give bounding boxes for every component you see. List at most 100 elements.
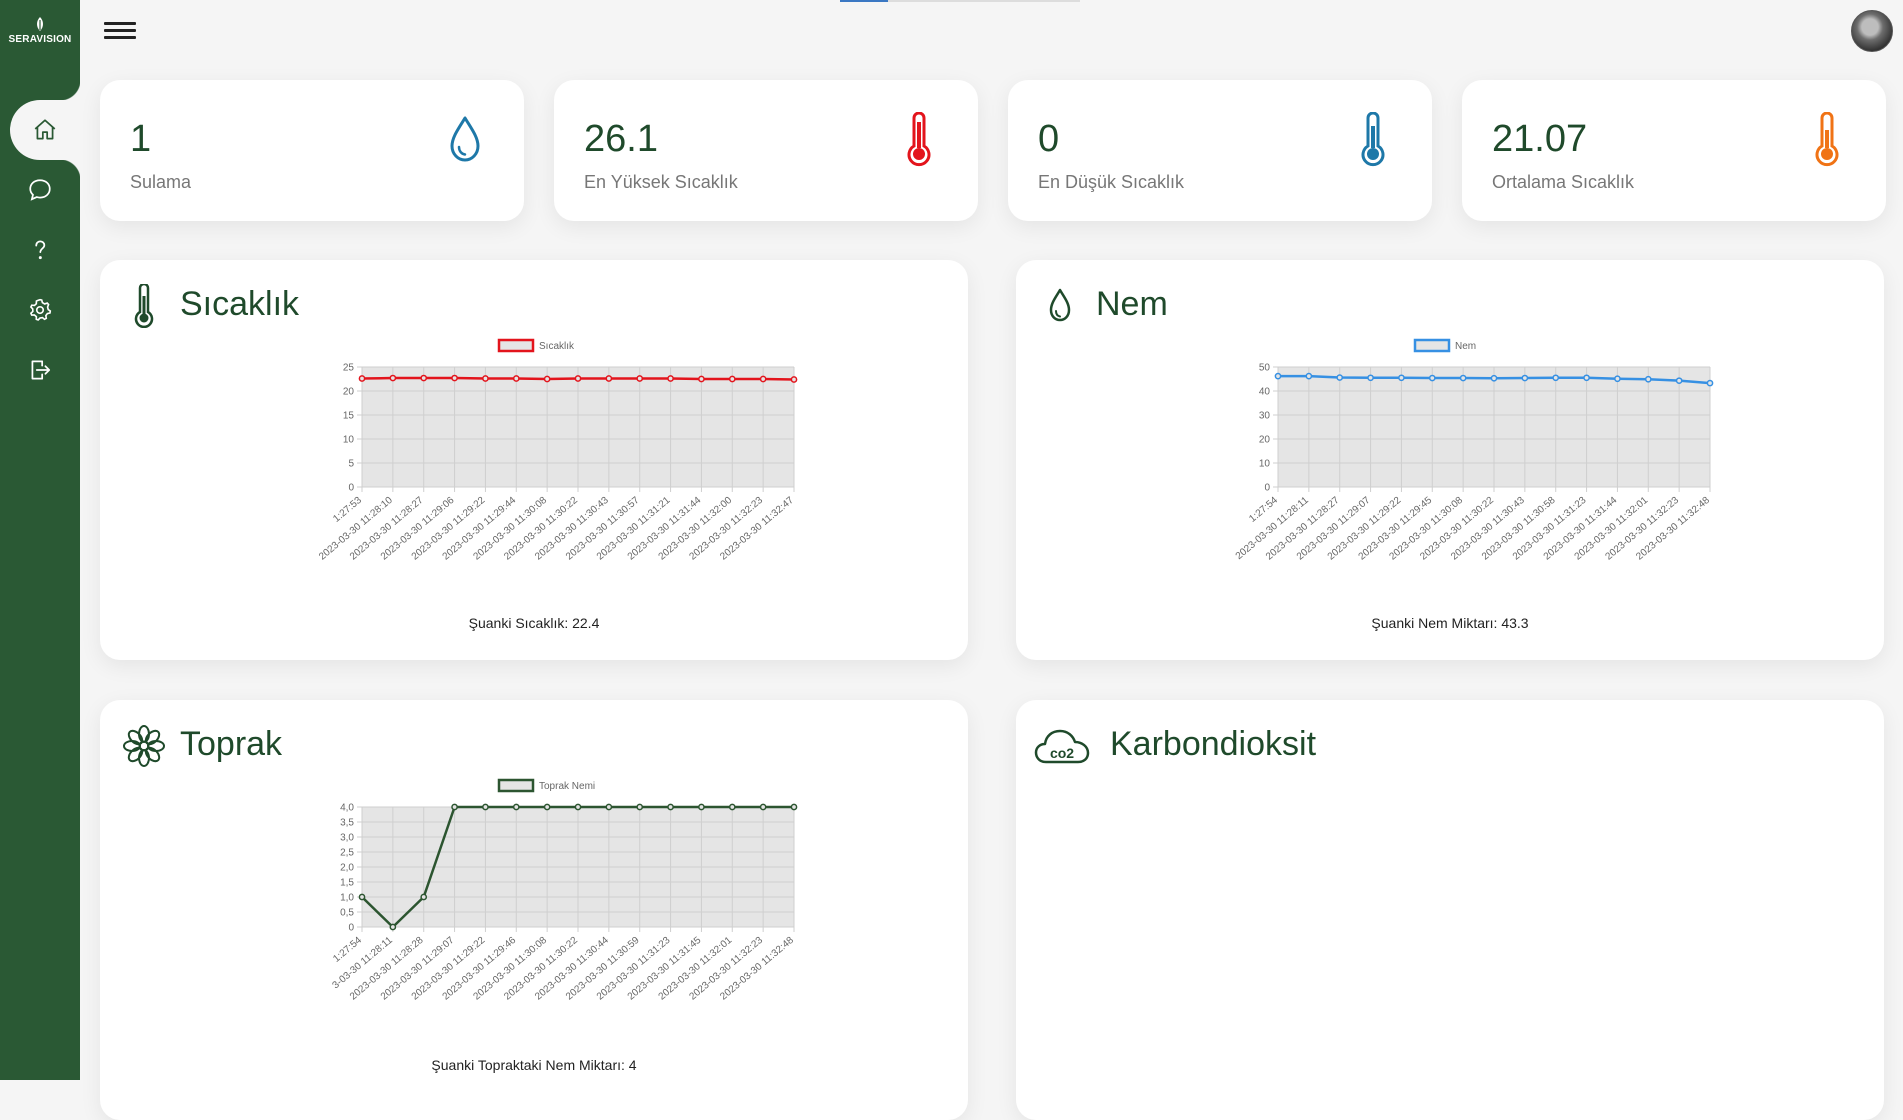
stat-value: 1	[130, 118, 152, 160]
data-point	[1367, 374, 1374, 382]
stat-card-en-yuksek: 26.1 En Yüksek Sıcaklık	[554, 80, 978, 221]
data-point	[759, 803, 767, 811]
y-tick-label: 3,5	[340, 818, 354, 829]
stat-value: 26.1	[584, 118, 658, 160]
progress-indicator	[840, 0, 1080, 2]
stat-label: Sulama	[130, 172, 192, 192]
y-tick-label: 30	[1259, 411, 1271, 422]
stat-value: 21.07	[1492, 118, 1588, 160]
data-point	[790, 803, 798, 811]
thermometer-icon	[134, 284, 154, 328]
y-tick-label: 2,0	[340, 863, 354, 874]
flower-icon	[123, 725, 165, 767]
y-tick-label: 10	[343, 435, 355, 446]
leaf-icon	[37, 17, 43, 31]
data-point	[1336, 374, 1344, 381]
legend-swatch	[497, 338, 535, 353]
data-point	[574, 803, 582, 811]
top-bar	[80, 0, 1903, 70]
data-point	[636, 375, 644, 382]
data-point	[605, 375, 613, 382]
logout-icon	[31, 360, 51, 380]
data-point	[389, 374, 397, 382]
y-tick-label: 40	[1259, 387, 1271, 398]
panel-title: Nem	[1096, 285, 1168, 323]
legend-label: Nem	[1455, 341, 1476, 352]
stat-label: En Düşük Sıcaklık	[1038, 172, 1185, 192]
data-point	[728, 803, 736, 811]
y-tick-label: 0,5	[340, 908, 354, 919]
panel-title: Karbondioksit	[1110, 725, 1317, 763]
panel-nem: Nem 0 10 20 30 40 50 1:27:54 2023-03-30 11:28:1…	[1016, 260, 1884, 660]
y-tick-label: 2,5	[340, 848, 354, 859]
data-point	[482, 803, 489, 811]
data-point	[1706, 379, 1714, 387]
y-tick-label: 3,0	[340, 833, 354, 844]
y-tick-label: 10	[1259, 459, 1271, 470]
svg-text:co2: co2	[1050, 745, 1074, 761]
data-point	[543, 803, 551, 811]
thermometer-high-icon	[907, 112, 931, 167]
legend: Toprak Nemi	[497, 778, 595, 793]
y-tick-label: 25	[343, 363, 355, 374]
panel-title: Toprak	[180, 725, 283, 763]
data-point	[512, 803, 520, 811]
data-point	[728, 375, 736, 383]
data-point	[1274, 372, 1282, 380]
data-point	[358, 375, 366, 382]
humidity-chart: 010203040501:27:542023-03-30 11:28:11202…	[1234, 338, 1714, 563]
y-tick-label: 50	[1259, 363, 1271, 374]
water-drop-icon	[1049, 288, 1071, 322]
stat-card-ortalama: 21.07 Ortalama Sıcaklık	[1462, 80, 1886, 221]
sidebar: SERAVISION	[0, 0, 80, 1080]
panel-title: Sıcaklık	[180, 285, 300, 323]
menu-toggle-button[interactable]	[104, 18, 136, 44]
sidebar-item-logout[interactable]	[0, 340, 80, 400]
panel-sicaklik: Sıcaklık 0 5 10 15 20 25 1:27:53 2023-03-30 11:…	[100, 260, 968, 660]
sidebar-item-settings[interactable]	[0, 280, 80, 340]
y-tick-label: 4,0	[340, 803, 354, 814]
thermometer-mid-icon	[1815, 112, 1839, 167]
data-point	[1644, 375, 1652, 383]
data-point	[667, 803, 674, 811]
brand-logo[interactable]: SERAVISION	[0, 16, 80, 45]
data-point	[512, 375, 520, 382]
data-point	[543, 375, 551, 383]
gear-icon	[29, 298, 52, 321]
panel-toprak: Toprak 0 0,5 1,0 1,5 2,0 2,5 3,0 3,5 4,0 1:27:54 3…	[100, 700, 968, 1120]
home-icon	[34, 119, 56, 140]
chat-icon	[29, 179, 51, 201]
data-point	[1583, 374, 1590, 382]
legend-swatch	[497, 778, 535, 793]
data-point	[358, 893, 366, 901]
y-tick-label: 20	[1259, 435, 1271, 446]
data-point	[1521, 374, 1529, 382]
data-point	[420, 374, 428, 382]
y-tick-label: 5	[348, 459, 354, 470]
y-tick-label: 15	[343, 411, 355, 422]
soil-moisture-chart: 00,51,01,52,02,53,03,54,01:27:543-03-30 …	[331, 778, 798, 1003]
user-avatar[interactable]	[1851, 10, 1893, 52]
sidebar-item-messages[interactable]	[0, 160, 80, 220]
thermometer-low-icon	[1361, 112, 1385, 167]
y-tick-label: 20	[343, 387, 355, 398]
data-point	[574, 375, 582, 382]
sidebar-item-home[interactable]	[10, 80, 80, 180]
co2-cloud-icon: co2	[1034, 729, 1090, 764]
data-point	[759, 375, 767, 383]
y-tick-label: 1,5	[340, 878, 354, 889]
y-tick-label: 0	[348, 483, 354, 494]
legend-label: Toprak Nemi	[539, 781, 595, 792]
brand-name: SERAVISION	[8, 34, 72, 45]
legend-swatch	[1413, 338, 1451, 353]
data-point	[389, 923, 397, 931]
data-point	[698, 803, 705, 811]
sidebar-item-help[interactable]	[0, 220, 80, 280]
question-icon	[35, 240, 46, 260]
data-point	[1675, 377, 1683, 385]
data-point	[1428, 374, 1436, 382]
data-point	[420, 893, 428, 901]
current-soil-moisture-text: Şuanki Topraktaki Nem Miktarı: 4	[431, 1057, 637, 1073]
data-point	[1459, 374, 1467, 382]
panel-karbondioksit: co2 Karbondioksit	[1016, 700, 1884, 1120]
